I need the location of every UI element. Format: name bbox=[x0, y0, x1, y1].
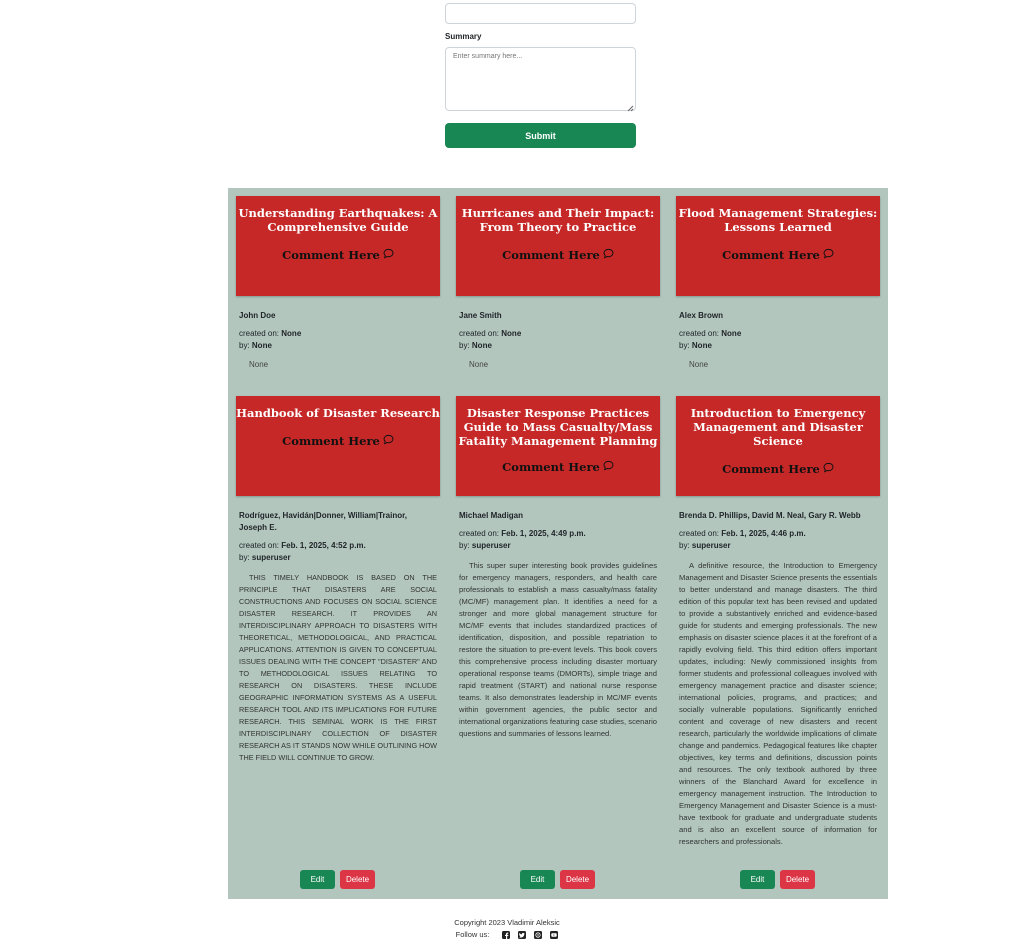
created-value: None bbox=[501, 329, 522, 338]
book-title: Disaster Response Practices Guide to Mas… bbox=[458, 406, 658, 448]
book-summary: None bbox=[469, 360, 489, 369]
book-card: Understanding Earthquakes: A Comprehensi… bbox=[236, 196, 440, 369]
book-summary: A definitive resource, the Introduction … bbox=[679, 561, 877, 846]
comment-link[interactable]: Comment Here bbox=[282, 434, 394, 448]
book-card: Disaster Response Practices Guide to Mas… bbox=[456, 396, 660, 740]
comment-label: Comment Here bbox=[502, 248, 600, 262]
edit-button[interactable]: Edit bbox=[740, 870, 775, 889]
created-value: None bbox=[721, 329, 742, 338]
by-value: superuser bbox=[691, 541, 731, 550]
card-actions: Edit Delete bbox=[300, 870, 375, 889]
created-value: Feb. 1, 2025, 4:46 p.m. bbox=[721, 529, 806, 538]
twitter-icon[interactable] bbox=[518, 931, 527, 939]
created-on: created on: Feb. 1, 2025, 4:46 p.m. bbox=[679, 529, 806, 538]
book-author: John Doe bbox=[239, 311, 276, 320]
book-title: Understanding Earthquakes: A Comprehensi… bbox=[238, 206, 438, 234]
resize-grip-icon[interactable] bbox=[626, 104, 634, 112]
by-value: superuser bbox=[251, 553, 291, 562]
book-summary: None bbox=[689, 360, 709, 369]
edit-button[interactable]: Edit bbox=[520, 870, 555, 889]
book-title: Flood Management Strategies: Lessons Lea… bbox=[678, 206, 878, 234]
summary-label: Summary bbox=[445, 32, 482, 41]
created-on: created on: None bbox=[239, 329, 302, 338]
book-summary: None bbox=[249, 360, 269, 369]
comment-link[interactable]: Comment Here bbox=[502, 460, 614, 474]
chat-bubble-icon bbox=[823, 248, 834, 262]
created-on: created on: None bbox=[459, 329, 522, 338]
chat-bubble-icon bbox=[603, 460, 614, 474]
created-on: created on: None bbox=[679, 329, 742, 338]
created-value: Feb. 1, 2025, 4:49 p.m. bbox=[501, 529, 586, 538]
chat-bubble-icon bbox=[383, 248, 394, 262]
book-summary: THIS TIMELY HANDBOOK IS BASED ON THE PRI… bbox=[239, 573, 437, 762]
card-header: Understanding Earthquakes: A Comprehensi… bbox=[236, 196, 440, 296]
created-by: by: None bbox=[239, 341, 272, 350]
footer: Copyright 2023 Vladimir Aleksic Follow u… bbox=[0, 917, 1014, 941]
card-header: Introduction to Emergency Management and… bbox=[676, 396, 880, 496]
chat-bubble-icon bbox=[823, 462, 834, 476]
youtube-icon[interactable] bbox=[550, 931, 559, 939]
created-on: created on: Feb. 1, 2025, 4:52 p.m. bbox=[239, 541, 366, 550]
title-input[interactable] bbox=[445, 3, 636, 24]
delete-button[interactable]: Delete bbox=[560, 870, 595, 889]
comment-label: Comment Here bbox=[282, 248, 380, 262]
card-actions: Edit Delete bbox=[740, 870, 815, 889]
book-author: Rodríguez, Havidán|Donner, William|Train… bbox=[239, 511, 407, 532]
book-title: Handbook of Disaster Research bbox=[236, 406, 440, 420]
created-on: created on: Feb. 1, 2025, 4:49 p.m. bbox=[459, 529, 586, 538]
card-header: Hurricanes and Their Impact: From Theory… bbox=[456, 196, 660, 296]
comment-link[interactable]: Comment Here bbox=[722, 462, 834, 476]
comment-label: Comment Here bbox=[722, 462, 820, 476]
book-author: Brenda D. Phillips, David M. Neal, Gary … bbox=[679, 511, 861, 520]
comment-link[interactable]: Comment Here bbox=[282, 248, 394, 262]
book-summary: This super super interesting book provid… bbox=[459, 561, 657, 738]
summary-textarea[interactable] bbox=[445, 47, 636, 111]
comment-label: Comment Here bbox=[282, 434, 380, 448]
book-card: Hurricanes and Their Impact: From Theory… bbox=[456, 196, 660, 369]
created-by: by: superuser bbox=[459, 541, 511, 550]
created-by: by: None bbox=[459, 341, 492, 350]
book-card: Introduction to Emergency Management and… bbox=[676, 396, 880, 848]
created-by: by: None bbox=[679, 341, 712, 350]
created-by: by: superuser bbox=[679, 541, 731, 550]
book-author: Michael Madigan bbox=[459, 511, 524, 520]
book-title: Hurricanes and Their Impact: From Theory… bbox=[461, 206, 655, 234]
card-actions: Edit Delete bbox=[520, 870, 595, 889]
submit-button[interactable]: Submit bbox=[445, 123, 636, 148]
by-value: None bbox=[691, 341, 712, 350]
facebook-icon[interactable] bbox=[502, 931, 511, 939]
chat-bubble-icon bbox=[383, 434, 394, 448]
book-author: Jane Smith bbox=[459, 311, 502, 320]
created-value: None bbox=[281, 329, 302, 338]
book-card: Handbook of Disaster Research Comment He… bbox=[236, 396, 440, 764]
book-card: Flood Management Strategies: Lessons Lea… bbox=[676, 196, 880, 369]
by-value: superuser bbox=[471, 541, 511, 550]
comment-label: Comment Here bbox=[722, 248, 820, 262]
copyright-text: Copyright 2023 Vladimir Aleksic bbox=[454, 918, 560, 927]
comment-link[interactable]: Comment Here bbox=[502, 248, 614, 262]
by-value: None bbox=[471, 341, 492, 350]
edit-button[interactable]: Edit bbox=[300, 870, 335, 889]
card-header: Disaster Response Practices Guide to Mas… bbox=[456, 396, 660, 496]
by-value: None bbox=[251, 341, 272, 350]
whatsapp-icon[interactable] bbox=[534, 931, 543, 939]
card-header: Handbook of Disaster Research Comment He… bbox=[236, 396, 440, 496]
chat-bubble-icon bbox=[603, 248, 614, 262]
created-by: by: superuser bbox=[239, 553, 291, 562]
follow-row: Follow us: bbox=[456, 929, 559, 941]
delete-button[interactable]: Delete bbox=[780, 870, 815, 889]
books-panel: Understanding Earthquakes: A Comprehensi… bbox=[228, 188, 888, 899]
delete-button[interactable]: Delete bbox=[340, 870, 375, 889]
comment-link[interactable]: Comment Here bbox=[722, 248, 834, 262]
card-header: Flood Management Strategies: Lessons Lea… bbox=[676, 196, 880, 296]
follow-label: Follow us: bbox=[455, 930, 490, 939]
created-value: Feb. 1, 2025, 4:52 p.m. bbox=[281, 541, 366, 550]
comment-label: Comment Here bbox=[502, 460, 600, 474]
book-author: Alex Brown bbox=[679, 311, 724, 320]
book-title: Introduction to Emergency Management and… bbox=[690, 406, 866, 448]
